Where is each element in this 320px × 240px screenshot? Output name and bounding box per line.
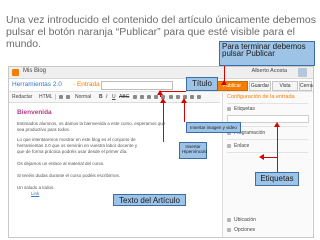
undo-icon[interactable] bbox=[59, 95, 63, 99]
callout-publicar-line-2: pulsar Publicar bbox=[222, 49, 275, 58]
post-settings-sidebar: Configuración de la entrada Etiquetas Pr… bbox=[222, 92, 312, 237]
callout-article-text: Texto del Artículo bbox=[113, 194, 186, 206]
video-icon[interactable] bbox=[154, 95, 158, 99]
post-settings-header[interactable]: Configuración de la entrada bbox=[227, 94, 295, 100]
brand-label[interactable]: Mis Blog bbox=[23, 68, 46, 74]
blogger-logo-icon[interactable] bbox=[12, 69, 19, 76]
instruction-line-1: Una vez introducido el contenido del art… bbox=[6, 14, 316, 26]
entry-label: · Entrada bbox=[73, 81, 100, 88]
toolbar-divider bbox=[55, 94, 56, 100]
sidebar-divider bbox=[227, 152, 308, 153]
post-heading: Bienvenida bbox=[17, 109, 52, 116]
preview-button[interactable]: Vista previa bbox=[272, 81, 298, 97]
post-title-input[interactable] bbox=[101, 81, 173, 90]
post-line: Si tenéis dudas durante el curso podéis … bbox=[17, 173, 121, 178]
link-icon[interactable] bbox=[140, 95, 144, 99]
gear-icon bbox=[227, 228, 231, 232]
location-item[interactable]: Ubicación bbox=[234, 217, 256, 223]
editor-toolbar: Redactar HTML Normal B I U ABC bbox=[9, 92, 220, 103]
numbered-list-icon[interactable] bbox=[176, 95, 180, 99]
annotation-arrowhead bbox=[259, 154, 264, 160]
text-color-icon[interactable] bbox=[133, 95, 137, 99]
underline-button[interactable]: U bbox=[112, 94, 116, 100]
blog-name-link[interactable]: Herramientas 2.0 bbox=[12, 81, 62, 88]
callout-titulo: Título bbox=[186, 77, 218, 91]
html-mode-tab[interactable]: HTML bbox=[39, 94, 53, 100]
font-size-select[interactable]: Normal bbox=[75, 94, 91, 100]
annotation-arrow-line bbox=[160, 91, 186, 92]
annotation-arrow-line bbox=[264, 157, 277, 158]
avatar[interactable] bbox=[298, 68, 307, 77]
options-item[interactable]: Opciones bbox=[234, 227, 255, 233]
annotation-arrowhead bbox=[181, 98, 187, 103]
close-button[interactable]: Cerrar bbox=[299, 81, 313, 91]
post-line: Un saludo a todos. bbox=[17, 185, 55, 190]
annotation-arrowhead bbox=[221, 80, 227, 85]
italic-button[interactable]: I bbox=[106, 94, 107, 100]
callout-insert-link-line-2: Hipervínculo bbox=[182, 149, 208, 154]
post-line: Os dejamos un enlace al material del cur… bbox=[17, 161, 105, 166]
strikethrough-button[interactable]: ABC bbox=[119, 94, 129, 100]
post-line: Lo que intentaremos mostrar en este blog… bbox=[17, 137, 136, 142]
sidebar-divider bbox=[227, 103, 308, 104]
top-bar: Mis Blog Alberto Acosta bbox=[9, 67, 313, 79]
callout-insert-link: Insertar Hipervínculo bbox=[179, 142, 207, 159]
link-icon bbox=[227, 144, 231, 148]
annotation-arrow-line bbox=[184, 102, 185, 122]
post-link[interactable]: Link bbox=[31, 191, 39, 196]
callout-etiquetas: Etiquetas bbox=[255, 172, 299, 186]
annotation-arrowhead bbox=[157, 90, 163, 95]
post-line: herramientas 2.0 que os servirán en vues… bbox=[17, 143, 138, 148]
tag-icon bbox=[227, 107, 231, 111]
annotation-arrow-line bbox=[277, 126, 278, 172]
redo-icon[interactable] bbox=[66, 95, 70, 99]
permalink-item[interactable]: Enlace bbox=[234, 143, 249, 149]
sidebar-divider bbox=[227, 139, 308, 140]
align-icon[interactable] bbox=[169, 95, 173, 99]
annotation-arrow-line bbox=[163, 102, 164, 142]
post-line: que de forma práctica podréis usar desde… bbox=[17, 149, 128, 154]
save-button[interactable]: Guardar bbox=[249, 81, 271, 91]
clear-format-icon[interactable] bbox=[197, 95, 201, 99]
callout-insert-image: Insertar imagen y video bbox=[186, 122, 241, 133]
bold-button[interactable]: B bbox=[99, 94, 103, 100]
callout-publicar: Para terminar debemos pulsar Publicar bbox=[219, 41, 315, 66]
labels-section-title[interactable]: Etiquetas bbox=[234, 106, 255, 112]
post-line: Estimados alumnos, os damos la bienvenid… bbox=[17, 121, 166, 126]
image-icon[interactable] bbox=[147, 95, 151, 99]
quote-icon[interactable] bbox=[190, 95, 194, 99]
annotation-arrowhead bbox=[160, 98, 166, 103]
user-name[interactable]: Alberto Acosta bbox=[252, 68, 287, 74]
compose-mode-tab[interactable]: Redactar bbox=[12, 94, 32, 100]
post-line: sea productivo para todos. bbox=[17, 127, 71, 132]
annotation-arrowhead bbox=[274, 122, 280, 127]
location-pin-icon bbox=[227, 218, 231, 222]
